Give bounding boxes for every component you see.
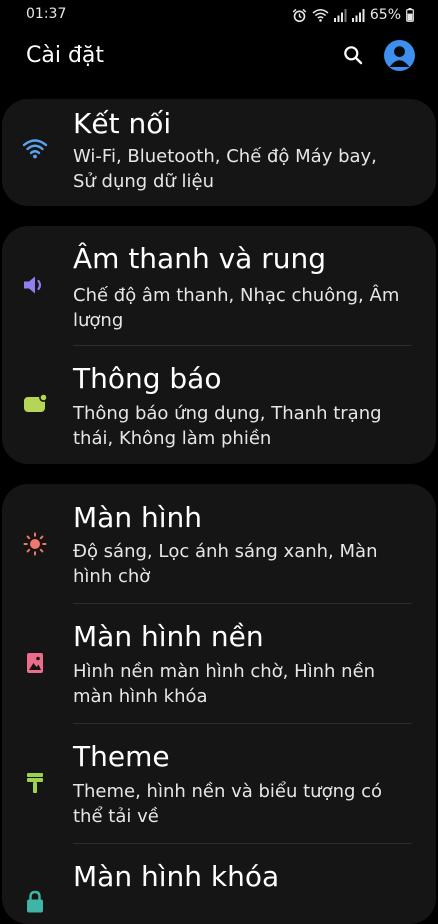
paint-roller-icon <box>22 770 48 796</box>
settings-item-subtitle: Theme, hình nền và biểu tượng có thể tải… <box>73 781 383 827</box>
lock-icon <box>22 889 48 915</box>
search-button[interactable] <box>338 40 368 70</box>
settings-item-wallpaper[interactable]: Màn hình nền Hình nền màn hình chờ, Hình… <box>2 604 436 723</box>
settings-item-title: Màn hình <box>73 501 202 534</box>
card-sound-notifications: Âm thanh và rung Chế độ âm thanh, Nhạc c… <box>2 226 436 464</box>
app-header: Cài đặt <box>0 30 438 90</box>
card-display: Màn hình Độ sáng, Lọc ánh sáng xanh, Màn… <box>2 484 436 924</box>
avatar-icon <box>389 46 410 67</box>
settings-item-subtitle: Độ sáng, Lọc ánh sáng xanh, Màn hình chờ <box>73 541 378 587</box>
battery-icon <box>406 8 414 22</box>
status-bar: 01:37 65% <box>0 0 438 30</box>
wifi-status-icon <box>312 8 329 22</box>
alarm-icon <box>292 8 307 23</box>
settings-item-subtitle: Wi-Fi, Bluetooth, Chế độ Máy bay, Sử dụn… <box>73 146 377 192</box>
settings-item-subtitle: Thông báo ứng dụng, Thanh trạng thái, Kh… <box>73 403 382 449</box>
settings-item-notifications[interactable]: Thông báo Thông báo ứng dụng, Thanh trạn… <box>2 346 436 464</box>
speaker-icon <box>22 272 48 298</box>
settings-item-title: Theme <box>73 740 170 773</box>
settings-item-connections[interactable]: Kết nối Wi-Fi, Bluetooth, Chế độ Máy bay… <box>2 99 436 206</box>
brightness-icon <box>22 531 48 557</box>
settings-item-title: Thông báo <box>73 362 222 395</box>
wifi-icon <box>22 135 48 161</box>
settings-item-title: Màn hình khóa <box>73 860 280 893</box>
status-time: 01:37 <box>26 6 67 22</box>
card-connections: Kết nối Wi-Fi, Bluetooth, Chế độ Máy bay… <box>2 99 436 206</box>
account-avatar-button[interactable] <box>384 40 415 71</box>
signal-sim1-icon <box>333 8 347 22</box>
settings-item-title: Âm thanh và rung <box>73 242 327 275</box>
settings-item-subtitle: Hình nền màn hình chờ, Hình nền màn hình… <box>73 661 376 707</box>
battery-percent: 65% <box>369 7 401 23</box>
settings-item-display[interactable]: Màn hình Độ sáng, Lọc ánh sáng xanh, Màn… <box>2 484 436 603</box>
page-title: Cài đặt <box>26 43 105 68</box>
status-icons: 65% <box>292 5 414 25</box>
settings-item-theme[interactable]: Theme Theme, hình nền và biểu tượng có t… <box>2 724 436 843</box>
settings-item-subtitle: Chế độ âm thanh, Nhạc chuông, Âm lượng <box>73 285 400 331</box>
wallpaper-icon <box>22 650 48 676</box>
search-icon <box>344 46 363 65</box>
settings-item-title: Màn hình nền <box>73 620 264 653</box>
notification-icon <box>22 391 48 417</box>
settings-item-sound[interactable]: Âm thanh và rung Chế độ âm thanh, Nhạc c… <box>2 226 436 346</box>
signal-sim2-icon <box>351 8 365 22</box>
settings-item-title: Kết nối <box>73 107 172 140</box>
settings-item-lockscreen[interactable]: Màn hình khóa <box>2 844 436 924</box>
